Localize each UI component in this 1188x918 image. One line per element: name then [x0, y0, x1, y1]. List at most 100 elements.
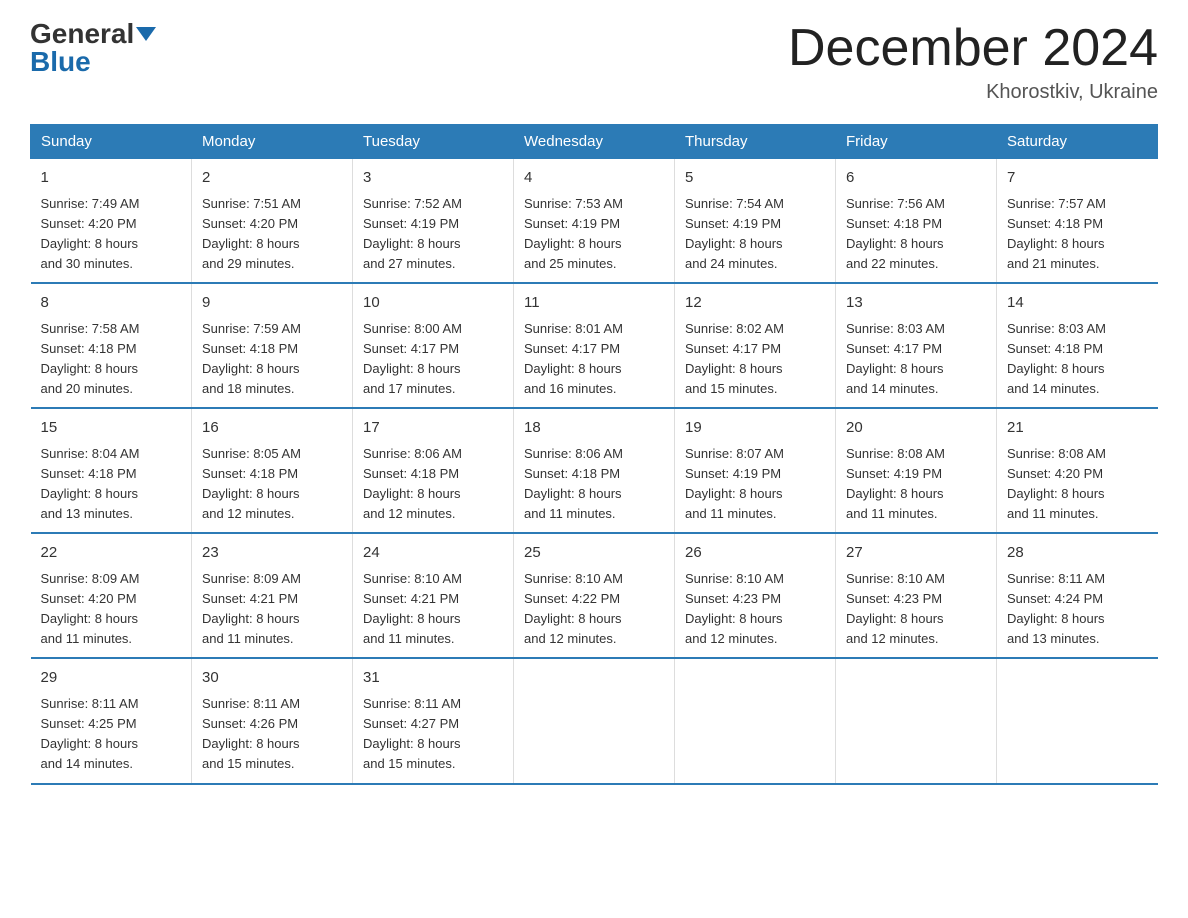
- day-info: Sunrise: 8:03 AM Sunset: 4:17 PM Dayligh…: [846, 319, 986, 400]
- day-info: Sunrise: 7:57 AM Sunset: 4:18 PM Dayligh…: [1007, 194, 1148, 275]
- day-info: Sunrise: 8:05 AM Sunset: 4:18 PM Dayligh…: [202, 444, 342, 525]
- calendar-cell: 27 Sunrise: 8:10 AM Sunset: 4:23 PM Dayli…: [836, 533, 997, 658]
- calendar-cell: 14Sunrise: 8:03 AM Sunset: 4:18 PM Dayli…: [997, 283, 1158, 408]
- day-number: 24: [363, 542, 503, 565]
- logo-general-text: General: [30, 20, 134, 48]
- calendar-cell: 19 Sunrise: 8:07 AM Sunset: 4:19 PM Dayli…: [675, 408, 836, 533]
- day-of-week-header: Tuesday: [353, 125, 514, 159]
- calendar-cell: 20 Sunrise: 8:08 AM Sunset: 4:19 PM Dayli…: [836, 408, 997, 533]
- calendar-cell: [514, 658, 675, 783]
- day-number: 11: [524, 292, 664, 315]
- day-info: Sunrise: 8:11 AM Sunset: 4:24 PM Dayligh…: [1007, 569, 1148, 650]
- day-info: Sunrise: 8:10 AM Sunset: 4:23 PM Dayligh…: [685, 569, 825, 650]
- day-of-week-header: Wednesday: [514, 125, 675, 159]
- day-number: 23: [202, 542, 342, 565]
- day-number: 30: [202, 667, 342, 690]
- calendar-cell: 21 Sunrise: 8:08 AM Sunset: 4:20 PM Dayli…: [997, 408, 1158, 533]
- day-number: 13: [846, 292, 986, 315]
- day-info: Sunrise: 7:53 AM Sunset: 4:19 PM Dayligh…: [524, 194, 664, 275]
- day-number: 20: [846, 417, 986, 440]
- day-number: 25: [524, 542, 664, 565]
- day-info: Sunrise: 8:06 AM Sunset: 4:18 PM Dayligh…: [363, 444, 503, 525]
- day-info: Sunrise: 8:07 AM Sunset: 4:19 PM Dayligh…: [685, 444, 825, 525]
- calendar-cell: 31Sunrise: 8:11 AM Sunset: 4:27 PM Dayli…: [353, 658, 514, 783]
- day-info: Sunrise: 7:56 AM Sunset: 4:18 PM Dayligh…: [846, 194, 986, 275]
- day-number: 18: [524, 417, 664, 440]
- day-number: 19: [685, 417, 825, 440]
- day-info: Sunrise: 7:49 AM Sunset: 4:20 PM Dayligh…: [41, 194, 182, 275]
- logo-blue-text: Blue: [30, 46, 91, 77]
- month-title: December 2024: [788, 20, 1158, 77]
- day-number: 16: [202, 417, 342, 440]
- day-number: 21: [1007, 417, 1148, 440]
- logo-triangle-icon: [136, 27, 156, 41]
- day-number: 27: [846, 542, 986, 565]
- day-of-week-header: Sunday: [31, 125, 192, 159]
- day-info: Sunrise: 7:52 AM Sunset: 4:19 PM Dayligh…: [363, 194, 503, 275]
- day-info: Sunrise: 7:59 AM Sunset: 4:18 PM Dayligh…: [202, 319, 342, 400]
- calendar-cell: 8Sunrise: 7:58 AM Sunset: 4:18 PM Daylig…: [31, 283, 192, 408]
- day-info: Sunrise: 7:51 AM Sunset: 4:20 PM Dayligh…: [202, 194, 342, 275]
- calendar-cell: 23 Sunrise: 8:09 AM Sunset: 4:21 PM Dayli…: [192, 533, 353, 658]
- calendar-week-row: 22Sunrise: 8:09 AM Sunset: 4:20 PM Dayli…: [31, 533, 1158, 658]
- calendar-week-row: 15 Sunrise: 8:04 AM Sunset: 4:18 PM Dayli…: [31, 408, 1158, 533]
- calendar-cell: 13 Sunrise: 8:03 AM Sunset: 4:17 PM Dayli…: [836, 283, 997, 408]
- calendar-cell: 4 Sunrise: 7:53 AM Sunset: 4:19 PM Daylig…: [514, 159, 675, 284]
- day-number: 17: [363, 417, 503, 440]
- calendar-cell: 1 Sunrise: 7:49 AM Sunset: 4:20 PM Daylig…: [31, 159, 192, 284]
- header-row: SundayMondayTuesdayWednesdayThursdayFrid…: [31, 125, 1158, 159]
- day-number: 29: [41, 667, 182, 690]
- calendar-body: 1 Sunrise: 7:49 AM Sunset: 4:20 PM Daylig…: [31, 159, 1158, 784]
- calendar-cell: 25 Sunrise: 8:10 AM Sunset: 4:22 PM Dayli…: [514, 533, 675, 658]
- day-info: Sunrise: 8:08 AM Sunset: 4:20 PM Dayligh…: [1007, 444, 1148, 525]
- day-of-week-header: Friday: [836, 125, 997, 159]
- day-info: Sunrise: 8:08 AM Sunset: 4:19 PM Dayligh…: [846, 444, 986, 525]
- logo: General Blue: [30, 20, 156, 76]
- location-label: Khorostkiv, Ukraine: [788, 81, 1158, 104]
- calendar-cell: [836, 658, 997, 783]
- day-number: 22: [41, 542, 182, 565]
- day-info: Sunrise: 8:11 AM Sunset: 4:25 PM Dayligh…: [41, 694, 182, 775]
- calendar-cell: 15 Sunrise: 8:04 AM Sunset: 4:18 PM Dayli…: [31, 408, 192, 533]
- day-of-week-header: Saturday: [997, 125, 1158, 159]
- day-number: 8: [41, 292, 182, 315]
- calendar-week-row: 29 Sunrise: 8:11 AM Sunset: 4:25 PM Dayli…: [31, 658, 1158, 783]
- day-number: 5: [685, 167, 825, 190]
- calendar-cell: 6 Sunrise: 7:56 AM Sunset: 4:18 PM Daylig…: [836, 159, 997, 284]
- day-number: 9: [202, 292, 342, 315]
- calendar-cell: 5Sunrise: 7:54 AM Sunset: 4:19 PM Daylig…: [675, 159, 836, 284]
- calendar-cell: 7Sunrise: 7:57 AM Sunset: 4:18 PM Daylig…: [997, 159, 1158, 284]
- calendar-week-row: 8Sunrise: 7:58 AM Sunset: 4:18 PM Daylig…: [31, 283, 1158, 408]
- day-number: 14: [1007, 292, 1148, 315]
- calendar-week-row: 1 Sunrise: 7:49 AM Sunset: 4:20 PM Daylig…: [31, 159, 1158, 284]
- day-number: 26: [685, 542, 825, 565]
- day-info: Sunrise: 8:10 AM Sunset: 4:21 PM Dayligh…: [363, 569, 503, 650]
- day-info: Sunrise: 8:11 AM Sunset: 4:27 PM Dayligh…: [363, 694, 503, 775]
- calendar-cell: 10 Sunrise: 8:00 AM Sunset: 4:17 PM Dayli…: [353, 283, 514, 408]
- calendar-cell: 2Sunrise: 7:51 AM Sunset: 4:20 PM Daylig…: [192, 159, 353, 284]
- day-info: Sunrise: 8:10 AM Sunset: 4:23 PM Dayligh…: [846, 569, 986, 650]
- calendar-cell: 17 Sunrise: 8:06 AM Sunset: 4:18 PM Dayli…: [353, 408, 514, 533]
- day-number: 4: [524, 167, 664, 190]
- calendar-cell: [675, 658, 836, 783]
- day-of-week-header: Thursday: [675, 125, 836, 159]
- calendar-cell: 16 Sunrise: 8:05 AM Sunset: 4:18 PM Dayli…: [192, 408, 353, 533]
- day-info: Sunrise: 8:10 AM Sunset: 4:22 PM Dayligh…: [524, 569, 664, 650]
- calendar-table: SundayMondayTuesdayWednesdayThursdayFrid…: [30, 124, 1158, 784]
- day-info: Sunrise: 8:06 AM Sunset: 4:18 PM Dayligh…: [524, 444, 664, 525]
- calendar-cell: 24 Sunrise: 8:10 AM Sunset: 4:21 PM Dayli…: [353, 533, 514, 658]
- day-info: Sunrise: 8:09 AM Sunset: 4:21 PM Dayligh…: [202, 569, 342, 650]
- calendar-cell: 9 Sunrise: 7:59 AM Sunset: 4:18 PM Daylig…: [192, 283, 353, 408]
- day-number: 15: [41, 417, 182, 440]
- day-number: 1: [41, 167, 182, 190]
- calendar-cell: 12Sunrise: 8:02 AM Sunset: 4:17 PM Dayli…: [675, 283, 836, 408]
- day-number: 28: [1007, 542, 1148, 565]
- day-number: 10: [363, 292, 503, 315]
- day-number: 6: [846, 167, 986, 190]
- day-number: 3: [363, 167, 503, 190]
- calendar-cell: 11Sunrise: 8:01 AM Sunset: 4:17 PM Dayli…: [514, 283, 675, 408]
- calendar-cell: [997, 658, 1158, 783]
- day-info: Sunrise: 8:00 AM Sunset: 4:17 PM Dayligh…: [363, 319, 503, 400]
- day-info: Sunrise: 8:04 AM Sunset: 4:18 PM Dayligh…: [41, 444, 182, 525]
- calendar-cell: 22Sunrise: 8:09 AM Sunset: 4:20 PM Dayli…: [31, 533, 192, 658]
